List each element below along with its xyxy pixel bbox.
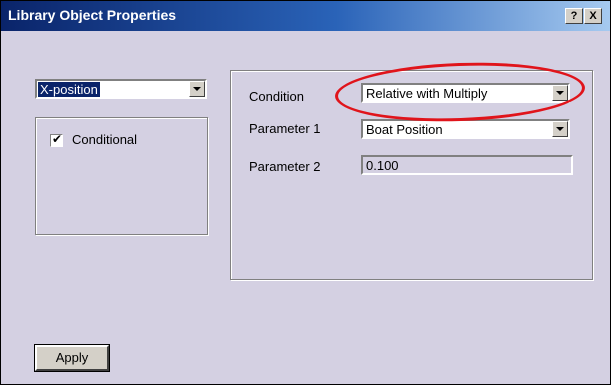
close-button[interactable]: X: [584, 8, 602, 24]
chevron-down-icon[interactable]: [189, 81, 205, 97]
parameter2-field[interactable]: 0.100: [361, 155, 573, 175]
property-select[interactable]: X-position: [35, 79, 207, 99]
parameter1-select[interactable]: Boat Position: [361, 119, 570, 139]
apply-button[interactable]: Apply: [34, 344, 110, 372]
parameter1-select-value: Boat Position: [366, 122, 443, 137]
window-title: Library Object Properties: [8, 7, 177, 23]
parameter1-label: Parameter 1: [249, 121, 321, 136]
dialog-window: Library Object Properties ? X X-position…: [0, 0, 611, 385]
conditional-label: Conditional: [72, 132, 138, 147]
parameter2-value: 0.100: [366, 158, 399, 173]
condition-label: Condition: [249, 89, 304, 104]
conditional-checkbox[interactable]: [50, 132, 63, 147]
property-select-value: X-position: [38, 82, 100, 97]
parameter2-label: Parameter 2: [249, 159, 321, 174]
help-button[interactable]: ?: [565, 8, 583, 24]
chevron-down-icon[interactable]: [552, 121, 568, 137]
title-bar: Library Object Properties ? X: [1, 1, 610, 31]
conditional-group: Conditional: [35, 117, 208, 235]
